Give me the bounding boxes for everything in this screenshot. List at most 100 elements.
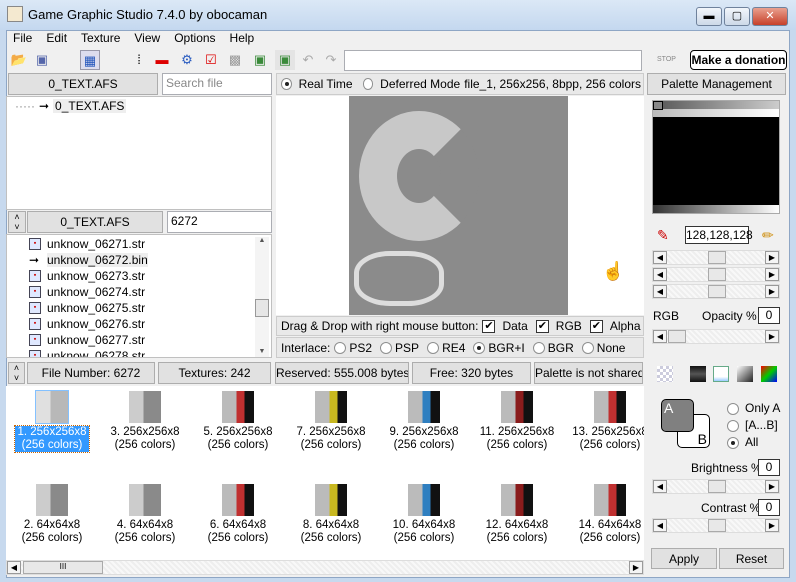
interlace-radio-ps2[interactable] [334,341,347,354]
transparency-icon[interactable] [657,366,673,382]
texture-spinner[interactable]: ˄ ˅ [8,362,25,384]
file-number-input[interactable]: 6272 [167,211,272,233]
interlace-radio-bgr[interactable] [532,341,545,354]
palette-grid[interactable] [652,100,780,214]
select-icon[interactable]: ⁞ [129,50,149,70]
maximize-button[interactable]: ▢ [724,7,750,26]
ruler-icon[interactable]: ▬ [152,50,172,70]
check-document-icon[interactable]: ☑ [201,50,221,70]
image-icon[interactable]: ▣ [275,50,295,70]
menu-options[interactable]: Options [167,30,222,47]
gear-icon[interactable]: ⚙ [177,50,197,70]
scroll-down-icon[interactable]: ▼ [255,348,269,355]
range-radio[interactable] [727,419,739,432]
red-channel-slider[interactable]: ◀ ▶ [652,250,780,265]
dark-gradient-icon[interactable] [690,366,706,382]
grayscale-gradient-icon[interactable] [737,366,753,382]
deferred-radio[interactable] [362,78,374,90]
open-icon[interactable]: 📂 [9,50,29,70]
checkbox-rgb[interactable]: ✔ [535,319,549,333]
selected-color-swatch[interactable] [653,101,663,110]
file-list-item[interactable]: ▪ unknow_06271.str [27,236,271,252]
texture-grid-hscrollbar[interactable]: ◀ III ▶ [6,560,644,575]
scroll-up-icon[interactable]: ▲ [255,237,269,244]
redo-icon[interactable]: ↷ [321,50,341,70]
file-list-item[interactable]: ▪ unknow_06274.str [27,284,271,300]
opacity-input[interactable]: 0 [758,307,780,324]
texture-thumbnail[interactable]: 8. 64x64x8 (256 colors) [285,484,377,545]
apply-button[interactable]: Apply [651,548,717,569]
contrast-slider[interactable]: ◀ ▶ [652,518,780,533]
file-list-item[interactable]: ▪ unknow_06276.str [27,316,271,332]
interlace-radio-bgr-i[interactable] [473,341,486,354]
archive-button[interactable]: 0_TEXT.AFS [8,73,158,95]
texture-thumbnail[interactable]: 7. 256x256x8 (256 colors) [285,391,377,452]
texture-thumbnail[interactable]: 11. 256x256x8 (256 colors) [471,391,563,452]
texture-thumbnail[interactable]: 9. 256x256x8 (256 colors) [378,391,470,452]
menu-texture[interactable]: Texture [74,30,127,47]
tree-root[interactable]: 0_TEXT.AFS [53,99,127,113]
opacity-slider[interactable]: ◀ ▶ [652,329,780,344]
scroll-right-icon[interactable]: ▶ [629,561,643,574]
undo-icon[interactable]: ↶ [298,50,318,70]
eyedropper-icon[interactable]: ✎ [657,227,669,244]
checkbox-data[interactable]: ✔ [482,319,496,333]
texture-thumbnail[interactable]: 14. 64x64x8 (256 colors) [564,484,644,545]
menu-edit[interactable]: Edit [39,30,74,47]
close-button[interactable]: ✕ [752,7,788,26]
texture-label: 12. 64x64x8 (256 colors) [485,519,549,544]
texture-thumbnail[interactable]: 10. 64x64x8 (256 colors) [378,484,470,545]
grid-view-icon[interactable]: ▦ [80,50,100,70]
file-list-item[interactable]: ▪ unknow_06277.str [27,332,271,348]
texture-thumbnail[interactable]: 5. 256x256x8 (256 colors) [192,391,284,452]
green-channel-slider[interactable]: ◀ ▶ [652,267,780,282]
brightness-slider[interactable]: ◀ ▶ [652,479,780,494]
search-file-input[interactable]: Search file [162,73,272,95]
spinner[interactable]: ˄ ˅ [8,211,26,233]
stop-button[interactable]: STOP [657,56,676,63]
save-icon[interactable]: ▣ [32,50,52,70]
color-value-input[interactable]: 128,128,128 [685,226,753,244]
file-list-item[interactable]: ▪ unknow_06273.str [27,268,271,284]
color-a-box[interactable]: A [661,399,694,432]
interlace-radio-psp[interactable] [380,341,393,354]
texture-thumbnail[interactable]: 2. 64x64x8 (256 colors) [6,484,98,545]
contrast-input[interactable]: 0 [758,499,780,516]
file-list-item[interactable]: ➞ unknow_06272.bin [27,252,271,268]
brightness-input[interactable]: 0 [758,459,780,476]
preview-canvas[interactable]: ☝ [276,96,644,315]
image-fit-icon[interactable]: ▣ [250,50,270,70]
texture-thumbnail[interactable]: 3. 256x256x8 (256 colors) [99,391,191,452]
donate-button[interactable]: Make a donation [690,50,787,70]
blue-channel-slider[interactable]: ◀ ▶ [652,284,780,299]
minimize-button[interactable]: ▬ [696,7,722,26]
file-list-scrollbar[interactable]: ▲ ▼ [255,237,269,357]
file-archive-button[interactable]: 0_TEXT.AFS [27,211,163,233]
interlace-radio-re4[interactable] [427,341,440,354]
range-radio[interactable] [727,402,739,415]
pencil-icon[interactable]: ✏ [762,227,774,244]
transparency-icon[interactable]: ▩ [225,50,245,70]
menu-file[interactable]: File [6,30,39,47]
menu-help[interactable]: Help [223,30,262,47]
texture-label: 11. 256x256x8 (256 colors) [479,426,555,451]
light-gradient-icon[interactable] [713,366,729,382]
checkbox-alpha[interactable]: ✔ [589,319,603,333]
texture-thumbnail[interactable]: 1. 256x256x8 (256 colors) [6,390,98,453]
range-radio[interactable] [727,436,739,449]
path-input[interactable] [344,50,642,71]
texture-thumbnail[interactable]: 4. 64x64x8 (256 colors) [99,484,191,545]
rgb-gradient-icon[interactable] [761,366,777,382]
interlace-radio-none[interactable] [581,341,594,354]
real-time-radio[interactable] [281,78,292,90]
reset-button[interactable]: Reset [719,548,784,569]
menu-view[interactable]: View [127,30,167,47]
file-list-item[interactable]: ▪ unknow_06275.str [27,300,271,316]
file-list-item[interactable]: ▪ unknow_06278.str [27,348,271,357]
scroll-thumb[interactable]: III [23,561,103,574]
scroll-thumb[interactable] [255,299,269,317]
scroll-left-icon[interactable]: ◀ [7,561,21,574]
texture-thumbnail[interactable]: 13. 256x256x8 (256 colors) [564,391,644,452]
texture-thumbnail[interactable]: 6. 64x64x8 (256 colors) [192,484,284,545]
texture-thumbnail[interactable]: 12. 64x64x8 (256 colors) [471,484,563,545]
